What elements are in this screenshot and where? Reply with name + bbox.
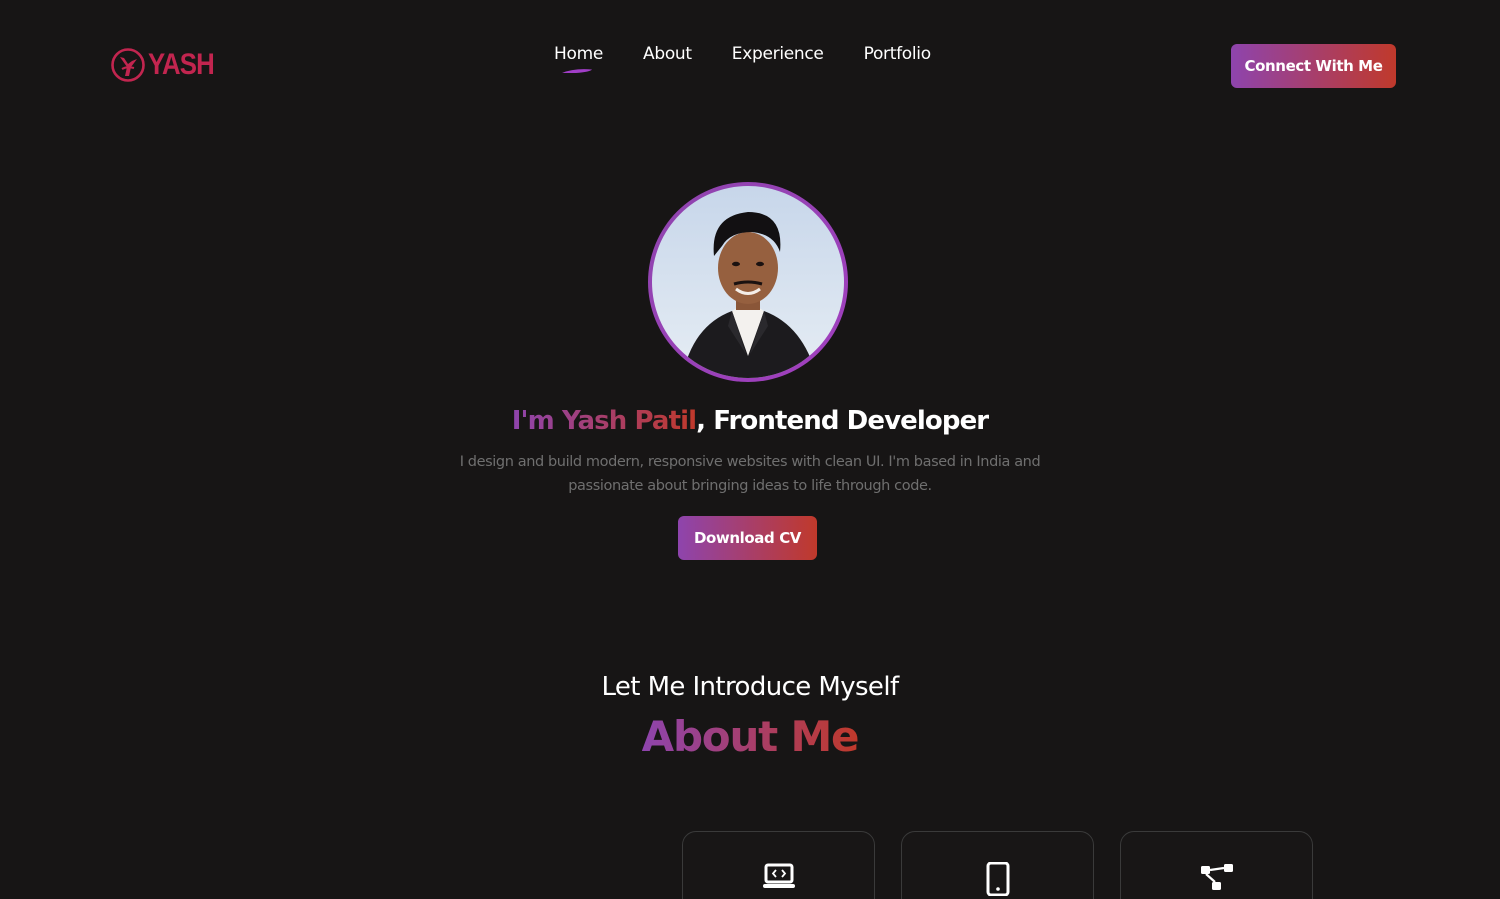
person-illustration: [652, 186, 844, 378]
nav-link-label: Home: [554, 44, 604, 64]
page: YASH Home About Experience Portfolio Con…: [0, 0, 1500, 899]
laptop-code-icon: [762, 863, 795, 888]
nav-link-home[interactable]: Home: [554, 44, 604, 73]
hero-description: I design and build modern, responsive we…: [459, 454, 1041, 494]
profile-photo: [652, 186, 844, 378]
about-heading: About Me: [0, 712, 1500, 761]
service-card[interactable]: [1120, 831, 1313, 899]
connect-button[interactable]: Connect With Me: [1231, 44, 1396, 88]
download-cv-button[interactable]: Download CV: [678, 516, 817, 560]
service-card[interactable]: [682, 831, 875, 899]
nav-link-label: About: [643, 44, 692, 64]
service-card[interactable]: [901, 831, 1094, 899]
nav-link-portfolio[interactable]: Portfolio: [863, 44, 932, 64]
avatar: [648, 182, 848, 382]
logo-text: YASH: [148, 48, 215, 81]
falcon-logo-icon: [111, 48, 145, 82]
brand-logo[interactable]: YASH: [110, 47, 225, 83]
about-heading-text: About Me: [641, 712, 860, 761]
nav-link-experience[interactable]: Experience: [732, 44, 824, 64]
hero-role: , Frontend Developer: [696, 406, 989, 436]
hero-title: I'm Yash Patil, Frontend Developer: [0, 406, 1500, 436]
hero-name: I'm Yash Patil: [511, 406, 697, 436]
about-intro: Let Me Introduce Myself: [601, 672, 899, 702]
nav-link-label: Experience: [731, 44, 824, 64]
main-nav: Home About Experience Portfolio: [554, 44, 932, 73]
nav-link-label: Portfolio: [863, 44, 932, 64]
nav-link-about[interactable]: About: [643, 44, 692, 64]
mobile-phone-icon: [986, 862, 1009, 896]
sitemap-icon: [1200, 864, 1233, 890]
active-underline-icon: [562, 69, 592, 73]
